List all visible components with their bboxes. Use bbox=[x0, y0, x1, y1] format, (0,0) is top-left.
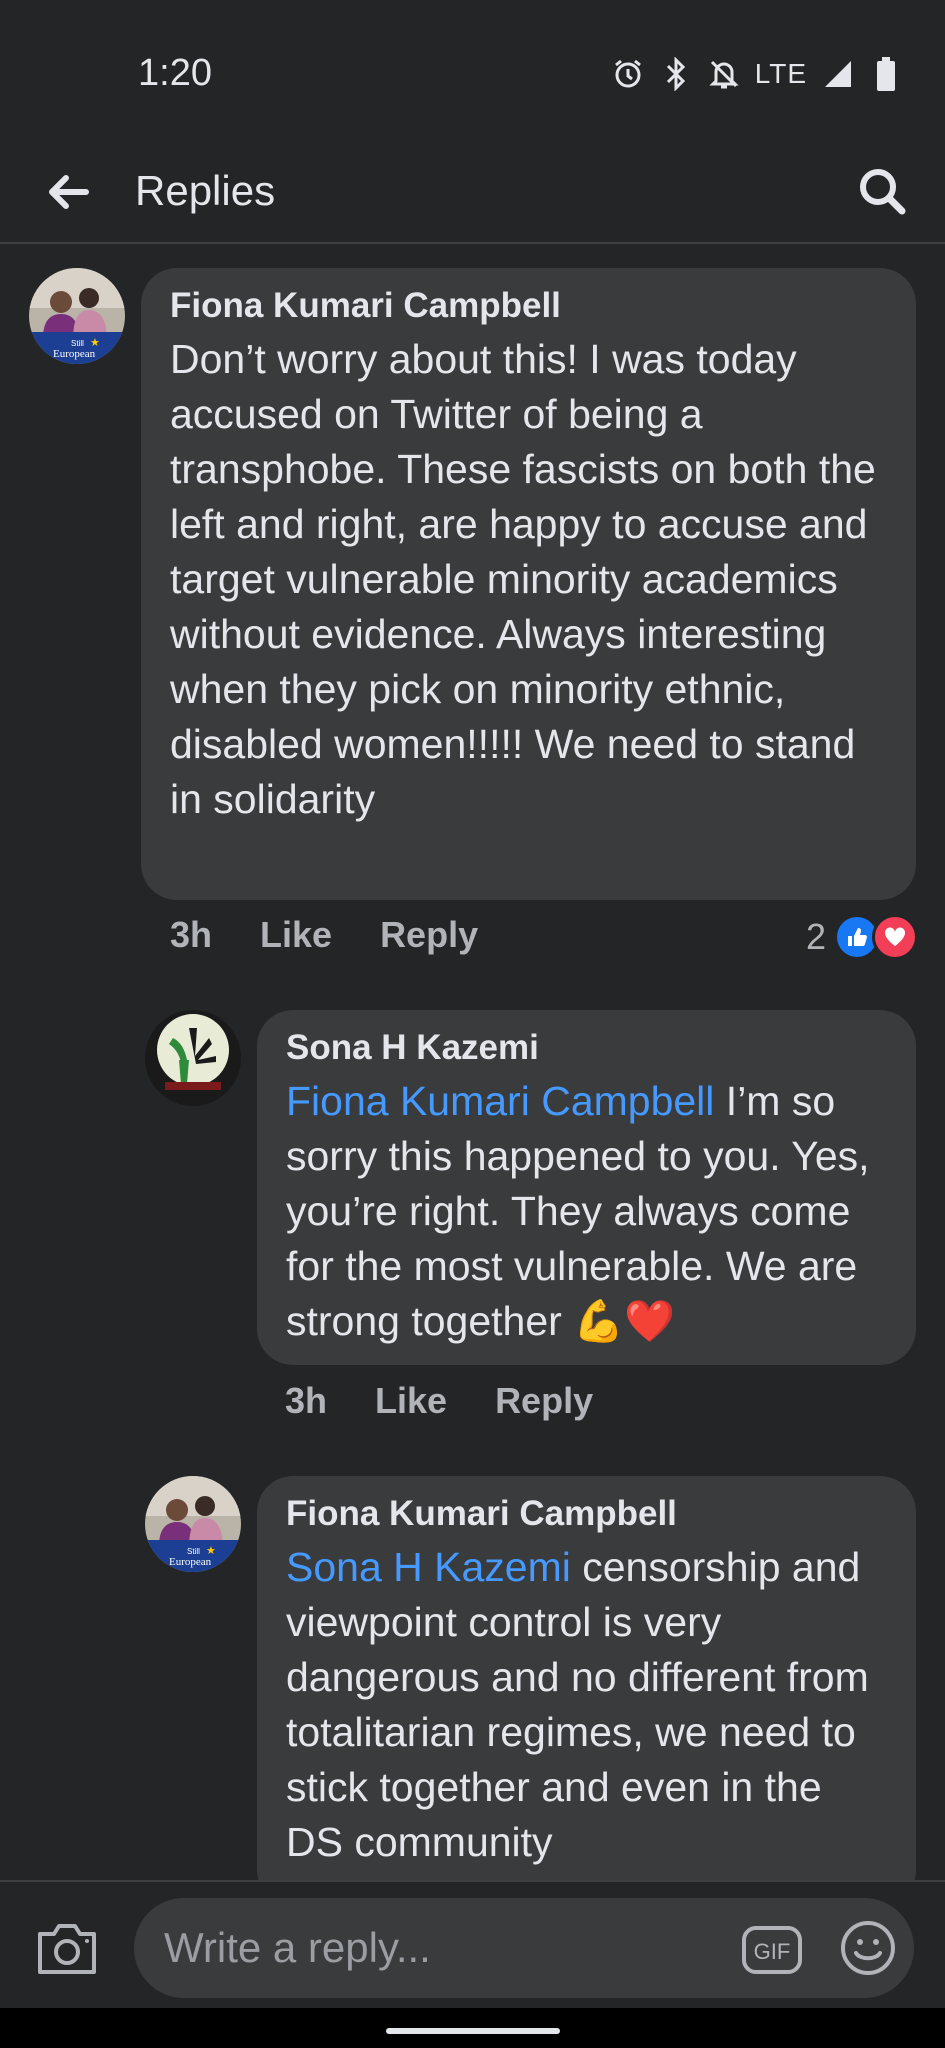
comment-author[interactable]: Fiona Kumari Campbell bbox=[286, 1492, 888, 1536]
signal-icon bbox=[821, 57, 855, 91]
app-header: Replies bbox=[0, 140, 945, 244]
comment-body: censorship and viewpoint control is very… bbox=[286, 1544, 869, 1865]
comment-time: 3h bbox=[285, 1380, 328, 1421]
mention-link[interactable]: Sona H Kazemi bbox=[286, 1544, 571, 1590]
comment-body: Don’t worry about this! I was today accu… bbox=[170, 336, 876, 822]
search-icon[interactable] bbox=[849, 158, 915, 224]
comment-bubble: Fiona Kumari Campbell Don’t worry about … bbox=[141, 268, 916, 900]
comment-bubble: Fiona Kumari Campbell Sona H Kazemi cens… bbox=[257, 1476, 916, 1906]
comment-text: Don’t worry about this! I was today accu… bbox=[170, 332, 888, 827]
emoji-icon[interactable] bbox=[840, 1920, 896, 1976]
camera-icon[interactable] bbox=[36, 1920, 98, 1976]
gif-icon[interactable]: GIF bbox=[742, 1926, 802, 1974]
home-indicator[interactable] bbox=[386, 2028, 560, 2034]
battery-icon bbox=[869, 57, 903, 91]
like-button[interactable]: Like bbox=[375, 1380, 447, 1422]
svg-text:European: European bbox=[169, 1556, 212, 1568]
reply-composer: GIF bbox=[0, 1880, 945, 2010]
like-button[interactable]: Like bbox=[260, 914, 332, 956]
comment-text: Sona H Kazemi censorship and viewpoint c… bbox=[286, 1540, 888, 1870]
status-time: 1:20 bbox=[138, 52, 212, 94]
reply-button[interactable]: Reply bbox=[495, 1380, 593, 1422]
comment-author[interactable]: Sona H Kazemi bbox=[286, 1026, 888, 1070]
status-icons: LTE bbox=[611, 52, 903, 96]
back-arrow-icon[interactable] bbox=[38, 162, 98, 222]
love-reaction-icon bbox=[872, 914, 919, 960]
bluetooth-icon bbox=[659, 57, 693, 91]
avatar[interactable]: Still ★ European bbox=[29, 268, 125, 364]
page-title: Replies bbox=[135, 167, 276, 214]
svg-text:European: European bbox=[53, 348, 96, 360]
avatar[interactable] bbox=[145, 1010, 241, 1106]
reply-button[interactable]: Reply bbox=[380, 914, 478, 956]
comment-text: Fiona Kumari Campbell I’m so sorry this … bbox=[286, 1074, 888, 1349]
notifications-off-icon bbox=[707, 57, 741, 91]
status-bar: 1:20 LTE bbox=[0, 0, 945, 140]
comment-author[interactable]: Fiona Kumari Campbell bbox=[170, 284, 888, 328]
svg-text:GIF: GIF bbox=[754, 1939, 791, 1964]
svg-text:Still: Still bbox=[71, 339, 84, 348]
comment-bubble: Sona H Kazemi Fiona Kumari Campbell I’m … bbox=[257, 1010, 916, 1365]
system-nav-bar bbox=[0, 2008, 945, 2048]
avatar[interactable]: Still ★ European bbox=[145, 1476, 241, 1572]
comment-actions: 3h Like Reply bbox=[285, 1380, 593, 1422]
comment-actions: 3h Like Reply bbox=[170, 914, 478, 956]
alarm-icon bbox=[611, 57, 645, 91]
reaction-count: 2 bbox=[806, 916, 827, 957]
network-type: LTE bbox=[754, 58, 807, 89]
svg-text:Still: Still bbox=[187, 1547, 200, 1556]
mention-link[interactable]: Fiona Kumari Campbell bbox=[286, 1078, 714, 1124]
reaction-summary[interactable]: 2 bbox=[806, 914, 919, 960]
comment-time: 3h bbox=[170, 914, 213, 955]
